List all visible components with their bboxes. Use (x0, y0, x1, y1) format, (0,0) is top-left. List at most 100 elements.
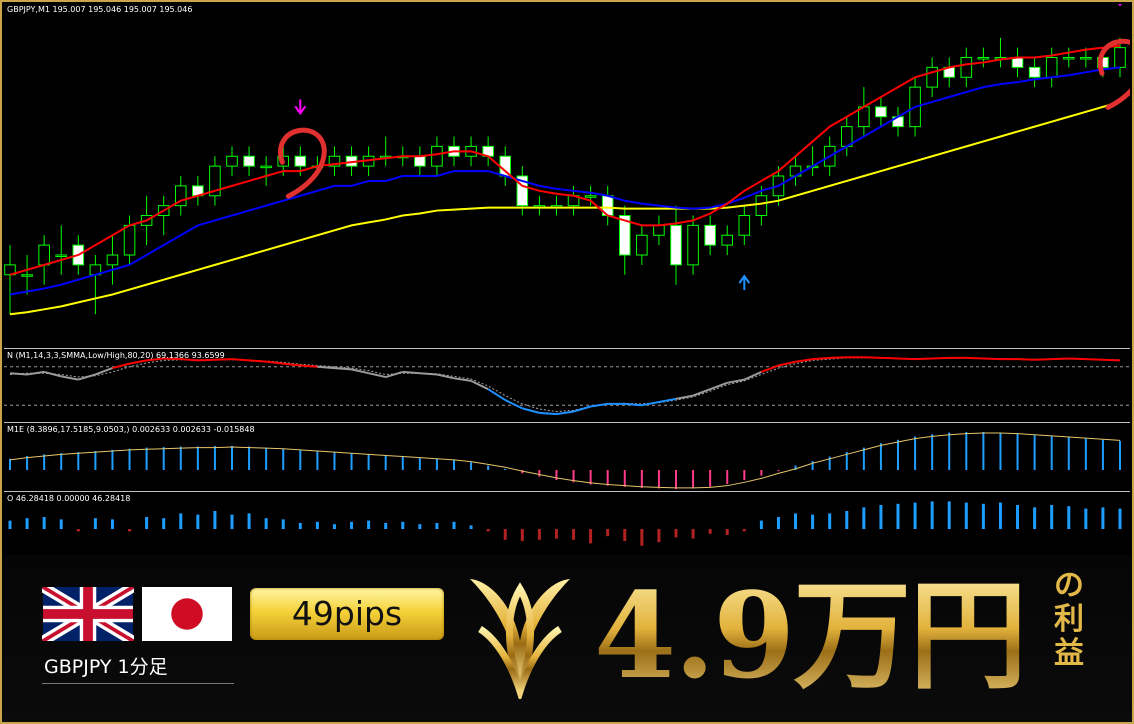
stoch-main-line (743, 371, 762, 381)
stoch-main-line (539, 411, 557, 416)
stoch-main-line (402, 370, 420, 375)
candle-body (55, 254, 68, 257)
stoch-main-line (1085, 358, 1103, 361)
stoch-main-line (522, 407, 540, 414)
stoch-main-line (351, 368, 369, 375)
stoch-main-line (334, 367, 352, 371)
stoch-main-line (829, 356, 847, 359)
candle-body (670, 224, 682, 266)
stoch-main-line (880, 356, 899, 360)
stoch-main-line (317, 365, 335, 370)
candle-body (226, 155, 238, 167)
stochastic-svg (4, 356, 1130, 416)
suffix-char: 利 (1054, 602, 1084, 637)
stoch-main-line (453, 377, 472, 382)
stoch-main-line (9, 372, 28, 376)
candle-body (704, 224, 716, 246)
stoch-main-line (231, 358, 250, 362)
stoch-main-line (1051, 357, 1069, 361)
japan-flag-icon (142, 587, 232, 641)
candle-body (875, 106, 887, 118)
sell-arrow-icon (294, 99, 307, 116)
pane-separator[interactable] (4, 422, 1130, 423)
candle-body (21, 274, 33, 277)
stoch-main-line (590, 402, 608, 408)
stoch-main-line (419, 372, 437, 376)
stoch-main-line (556, 410, 574, 416)
stoch-main-line (112, 362, 130, 370)
candle-body (636, 234, 648, 256)
candle-body (38, 244, 50, 266)
stoch-main-line (504, 399, 523, 410)
candle-body (1028, 66, 1041, 78)
stoch-main-line (61, 375, 79, 381)
candle-body (960, 57, 973, 78)
candle-body (260, 165, 272, 169)
uk-flag-icon (42, 587, 134, 641)
oscillator-label: O 46.28418 0.00000 46.28418 (7, 494, 131, 503)
candle-body (1080, 57, 1092, 60)
candle-body (431, 145, 443, 167)
candle-body (738, 215, 751, 236)
candle-body (721, 234, 734, 246)
candle-body (414, 155, 426, 167)
candle-body (123, 224, 136, 256)
stoch-main-line (1068, 357, 1086, 361)
profit-amount: 4.9万円 (594, 561, 1027, 711)
oscillator-svg (8, 501, 1122, 546)
candle-body (1011, 57, 1024, 68)
stoch-main-line (26, 370, 45, 376)
stoch-main-line (573, 405, 591, 413)
candle-body (106, 254, 119, 266)
stoch-main-line (932, 356, 950, 360)
candle-body (755, 195, 768, 216)
suffix-char: 益 (1054, 636, 1084, 671)
stoch-main-line (812, 356, 830, 361)
stoch-main-line (915, 357, 933, 361)
stoch-signal-line (9, 357, 1120, 413)
pane-separator[interactable] (4, 348, 1130, 349)
ma-slow-line (9, 100, 1121, 316)
candle-body (1062, 57, 1075, 60)
candle-body (977, 57, 990, 60)
candle-body (1045, 57, 1058, 78)
candle-body (584, 195, 597, 198)
suffix-char: の (1054, 568, 1084, 603)
candle-body (653, 224, 665, 236)
stoch-main-line (95, 367, 113, 376)
candle-body (294, 155, 307, 167)
stoch-main-line (283, 362, 301, 367)
pair-underline (42, 683, 234, 684)
stoch-main-line (300, 364, 318, 368)
profit-suffix: の 利 益 (1046, 569, 1092, 671)
chart-header-label: GBPJPY,M1 195.007 195.046 195.007 195.04… (7, 5, 193, 14)
ma-fast-line (9, 44, 1121, 276)
ma-mid-line (9, 66, 1121, 296)
stoch-main-line (1017, 358, 1035, 361)
logo-icon (470, 579, 570, 699)
macd-label: M1E (8.3896,17.5185,9.0503,) 0.002633 0.… (7, 425, 255, 434)
stoch-main-line (1102, 358, 1121, 362)
macd-signal-line (9, 432, 1121, 489)
sell-arrow-icon (1118, 4, 1122, 7)
macd-svg (9, 431, 1121, 490)
stochastic-pane[interactable]: N (M1,14,3,3,SMMA,Low/High,80,20) 69.136… (4, 350, 1130, 422)
stoch-main-line (897, 357, 916, 361)
stoch-main-line (778, 360, 796, 367)
stochastic-label: N (M1,14,3,3,SMMA,Low/High,80,20) 69.136… (7, 351, 225, 360)
stoch-main-line (249, 359, 267, 363)
oscillator-pane[interactable]: O 46.28418 0.00000 46.28418 (4, 493, 1130, 555)
stoch-main-line (983, 357, 1001, 361)
pair-timeframe-label: GBPJPY 1分足 (44, 656, 168, 678)
pane-separator[interactable] (4, 491, 1130, 492)
buy-arrow-icon (738, 274, 751, 291)
price-chart-pane[interactable]: GBPJPY,M1 195.007 195.046 195.007 195.04… (4, 4, 1130, 348)
pips-badge: 49pips (250, 588, 444, 640)
stoch-main-line (624, 402, 642, 407)
candle-body (1114, 47, 1126, 68)
stoch-main-line (863, 356, 881, 359)
candle-body (687, 224, 699, 266)
pips-value: 49pips (291, 594, 403, 633)
candle-body (243, 155, 255, 167)
macd-pane[interactable]: M1E (8.3896,17.5185,9.0503,) 0.002633 0.… (4, 424, 1130, 491)
